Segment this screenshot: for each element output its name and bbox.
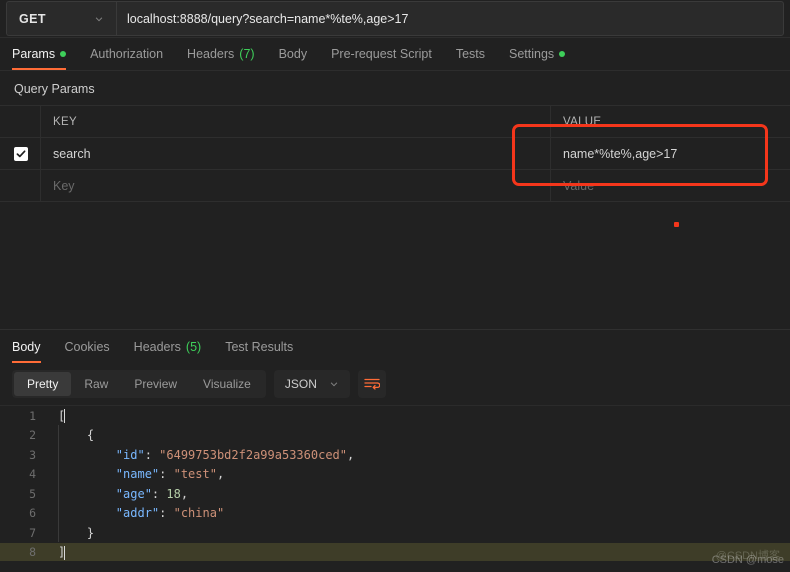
- request-tab-bar: Params Authorization Headers (7) Body Pr…: [0, 38, 790, 71]
- format-mode-visualize[interactable]: Visualize: [190, 372, 264, 396]
- response-language-label: JSON: [284, 377, 317, 391]
- chevron-down-icon: [95, 16, 103, 21]
- tab-settings-label: Settings: [509, 47, 555, 61]
- text-caret: [64, 409, 66, 423]
- table-row: search name*%te%,age>17: [0, 137, 790, 170]
- response-tab-headers-count: (5): [185, 339, 202, 354]
- code-line: 3 "id": "6499753bd2f2a99a53360ced",: [0, 445, 790, 465]
- code-line-text: "id": "6499753bd2f2a99a53360ced",: [115, 447, 355, 462]
- code-line: 4 "name": "test",: [0, 465, 790, 485]
- request-url-bar: GET localhost:8888/query?search=name*%te…: [0, 0, 790, 38]
- line-number: 1: [29, 408, 36, 423]
- format-mode-group: Pretty Raw Preview Visualize: [12, 370, 266, 398]
- response-language-select[interactable]: JSON: [273, 370, 350, 398]
- line-number: 4: [29, 467, 36, 482]
- format-mode-pretty[interactable]: Pretty: [14, 372, 72, 396]
- code-line-text: "name": "test",: [115, 467, 225, 482]
- row-enabled-checkbox[interactable]: [0, 137, 41, 170]
- http-method-select[interactable]: GET: [6, 1, 116, 36]
- tab-pre-request-script-label: Pre-request Script: [331, 47, 432, 61]
- response-tab-body-label: Body: [12, 339, 41, 354]
- query-params-title: Query Params: [14, 82, 95, 96]
- tab-settings[interactable]: Settings: [497, 38, 577, 70]
- empty-row-checkbox[interactable]: [0, 169, 41, 202]
- table-header-row: KEY VALUE: [0, 105, 790, 138]
- tab-params-label: Params: [12, 47, 56, 61]
- tab-headers[interactable]: Headers (7): [175, 38, 267, 70]
- header-value: VALUE: [550, 105, 790, 138]
- response-tab-cookies-label: Cookies: [64, 339, 110, 354]
- response-tab-cookies[interactable]: Cookies: [53, 330, 122, 363]
- response-tab-test-results[interactable]: Test Results: [213, 330, 305, 363]
- word-wrap-icon: [364, 378, 380, 390]
- http-method-label: GET: [19, 11, 46, 26]
- code-line: 8]: [0, 542, 790, 561]
- tab-headers-count: (7): [239, 47, 255, 61]
- format-mode-raw[interactable]: Raw: [71, 372, 121, 396]
- indent-guide: [58, 425, 59, 542]
- table-row-empty: Key Value: [0, 169, 790, 202]
- empty-row-key-input[interactable]: Key: [40, 169, 551, 202]
- code-line: 1[: [0, 406, 790, 426]
- row-key-input[interactable]: search: [40, 137, 551, 170]
- tab-params[interactable]: Params: [12, 38, 78, 70]
- postman-window: GET localhost:8888/query?search=name*%te…: [0, 0, 790, 572]
- code-line-text: }: [58, 525, 95, 540]
- empty-row-value-input[interactable]: Value: [550, 169, 790, 202]
- code-line-text: ]: [58, 545, 66, 560]
- line-number: 2: [29, 428, 36, 443]
- tab-pre-request-script[interactable]: Pre-request Script: [319, 38, 444, 70]
- query-params-table: KEY VALUE search name*%te%,age>17 Key Va…: [0, 105, 790, 202]
- line-number: 6: [29, 506, 36, 521]
- annotation-dot: [674, 222, 679, 227]
- chevron-down-icon: [330, 382, 338, 387]
- text-caret: [64, 545, 66, 560]
- line-number: 8: [29, 545, 36, 560]
- tab-tests[interactable]: Tests: [444, 38, 497, 70]
- response-tab-headers[interactable]: Headers (5): [122, 330, 214, 363]
- line-number: 7: [29, 525, 36, 540]
- response-body-editor[interactable]: 1[2 {3 "id": "6499753bd2f2a99a53360ced",…: [0, 405, 790, 561]
- tab-body[interactable]: Body: [267, 38, 320, 70]
- response-format-toolbar: Pretty Raw Preview Visualize JSON: [0, 363, 790, 405]
- code-line: 5 "age": 18,: [0, 484, 790, 504]
- tab-authorization[interactable]: Authorization: [78, 38, 175, 70]
- url-text: localhost:8888/query?search=name*%te%,ag…: [127, 11, 409, 26]
- header-key: KEY: [40, 105, 551, 138]
- line-number: 3: [29, 447, 36, 462]
- code-line: 6 "addr": "china": [0, 504, 790, 524]
- code-line-text: [: [58, 408, 66, 423]
- response-body-code: 1[2 {3 "id": "6499753bd2f2a99a53360ced",…: [0, 406, 790, 561]
- row-value-input[interactable]: name*%te%,age>17: [550, 137, 790, 170]
- line-number: 5: [29, 486, 36, 501]
- response-tab-bar: Body Cookies Headers (5) Test Results: [0, 330, 790, 363]
- tab-authorization-label: Authorization: [90, 47, 164, 61]
- code-line-text: {: [58, 428, 95, 443]
- code-line-text: "age": 18,: [115, 486, 189, 501]
- header-checkbox-cell: [0, 105, 41, 138]
- code-line: 7 }: [0, 523, 790, 543]
- tab-headers-label: Headers: [187, 47, 235, 61]
- code-line: 2 {: [0, 426, 790, 446]
- checkbox-checked-icon: [13, 146, 28, 161]
- tab-body-label: Body: [278, 47, 308, 61]
- response-tab-test-results-label: Test Results: [225, 339, 294, 354]
- response-tab-headers-label: Headers: [133, 339, 181, 354]
- request-empty-area: [0, 202, 790, 329]
- word-wrap-button[interactable]: [357, 370, 386, 398]
- tab-tests-label: Tests: [455, 47, 485, 61]
- params-modified-dot-icon: [60, 51, 67, 57]
- format-mode-preview[interactable]: Preview: [121, 372, 190, 396]
- code-line-text: "addr": "china": [115, 506, 225, 521]
- response-tab-body[interactable]: Body: [12, 330, 53, 363]
- url-input[interactable]: localhost:8888/query?search=name*%te%,ag…: [116, 1, 784, 36]
- settings-modified-dot-icon: [559, 51, 566, 57]
